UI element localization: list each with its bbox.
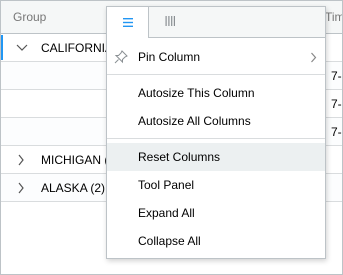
group-cell-label: MICHIGAN (: [41, 153, 109, 167]
tab-general[interactable]: [107, 7, 149, 38]
columns-icon: [165, 15, 175, 29]
menu-item-label: Expand All: [138, 206, 195, 220]
chevron-right-icon[interactable]: [15, 174, 27, 201]
menu-item-label: Reset Columns: [138, 150, 221, 164]
menu-separator: [107, 138, 325, 139]
menu-item-autosize-all-columns[interactable]: Autosize All Columns: [107, 107, 325, 135]
column-menu: Pin Column Autosize This Column Autosize…: [106, 6, 326, 259]
menu-item-collapse-all[interactable]: Collapse All: [107, 227, 325, 255]
time-column-header[interactable]: Tim: [325, 1, 342, 33]
menu-item-label: Autosize All Columns: [138, 114, 251, 128]
menu-item-pin-column[interactable]: Pin Column: [107, 43, 325, 71]
chevron-right-icon[interactable]: [15, 146, 27, 173]
group-cell-label: ALASKA (2): [41, 181, 106, 195]
tab-columns[interactable]: [149, 7, 191, 37]
time-cell: 7-1: [331, 69, 342, 83]
menu-item-label: Autosize This Column: [138, 86, 255, 100]
time-cell: 7-1: [331, 97, 342, 111]
menu-item-label: Pin Column: [138, 50, 201, 64]
chevron-down-icon[interactable]: [16, 34, 28, 61]
group-column-header[interactable]: Group: [13, 1, 46, 33]
menu-item-label: Collapse All: [138, 234, 201, 248]
group-cell-label: CALIFORNIA: [41, 41, 114, 55]
menu-icon: [122, 16, 133, 30]
pin-icon: [114, 50, 128, 67]
menu-item-tool-panel[interactable]: Tool Panel: [107, 171, 325, 199]
menu-item-reset-columns[interactable]: Reset Columns: [107, 143, 325, 171]
menu-item-autosize-this-column[interactable]: Autosize This Column: [107, 79, 325, 107]
column-menu-tabs: [107, 7, 325, 38]
menu-item-label: Tool Panel: [138, 178, 195, 192]
menu-separator: [107, 74, 325, 75]
row-focus-marker: [1, 35, 3, 60]
menu-item-expand-all[interactable]: Expand All: [107, 199, 325, 227]
chevron-right-icon: [310, 52, 317, 66]
time-cell: 7-1: [331, 125, 342, 139]
